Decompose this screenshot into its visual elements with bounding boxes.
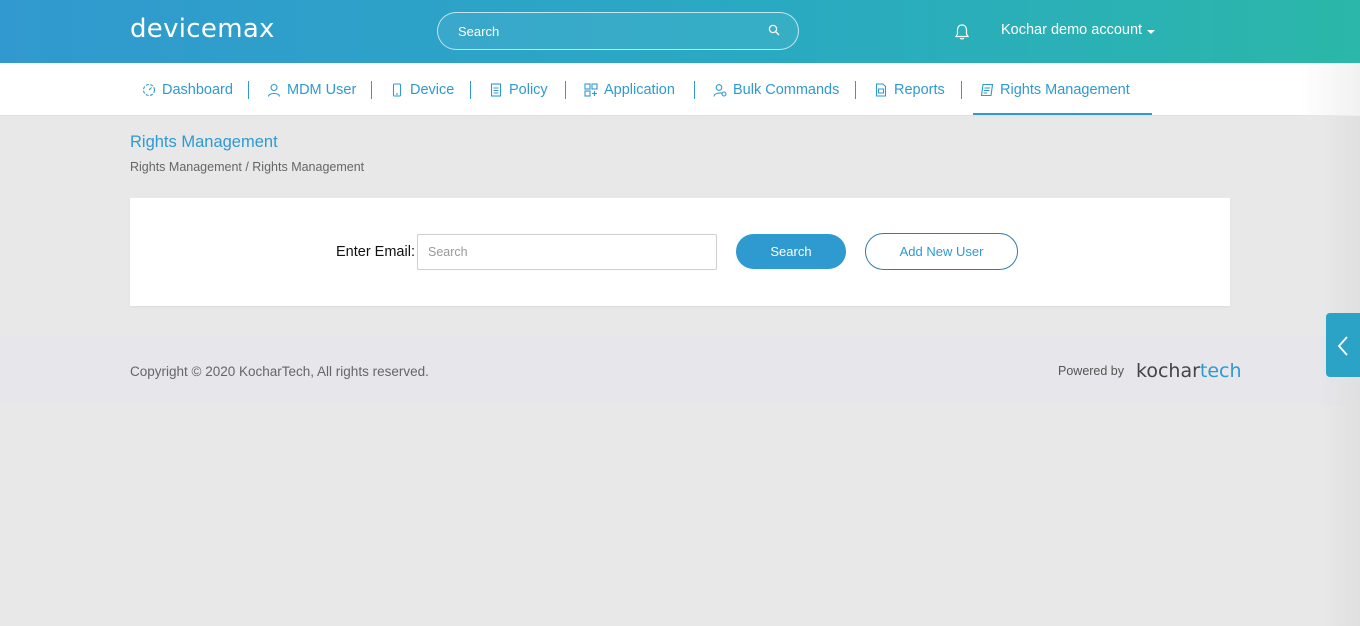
apps-grid-icon bbox=[584, 82, 598, 97]
nav-label: Application bbox=[604, 81, 675, 98]
nav-divider bbox=[961, 81, 962, 99]
document-icon bbox=[490, 82, 502, 97]
rights-icon bbox=[980, 83, 994, 96]
top-header: devicemax Kochar demo account bbox=[0, 0, 1360, 63]
user-settings-icon bbox=[713, 83, 727, 97]
nav-application[interactable]: Application bbox=[584, 63, 675, 116]
report-icon bbox=[875, 82, 887, 97]
footer: Copyright © 2020 KocharTech, All rights … bbox=[0, 336, 1360, 406]
nav-bulk-commands[interactable]: Bulk Commands bbox=[713, 63, 839, 116]
phone-icon bbox=[392, 82, 402, 97]
side-panel-toggle[interactable] bbox=[1326, 313, 1360, 377]
add-new-user-button[interactable]: Add New User bbox=[865, 233, 1018, 270]
nav-divider bbox=[248, 81, 249, 99]
email-label: Enter Email: bbox=[336, 244, 415, 260]
nav-label: Rights Management bbox=[1000, 81, 1130, 98]
devicemax-logo[interactable]: devicemax bbox=[130, 14, 275, 44]
user-icon bbox=[267, 83, 281, 97]
global-search-input[interactable] bbox=[458, 21, 758, 41]
caret-down-icon[interactable] bbox=[1147, 30, 1155, 34]
powered-by-text: Powered by bbox=[1058, 364, 1125, 378]
nav-label: Bulk Commands bbox=[733, 81, 840, 98]
nav-label: Policy bbox=[509, 81, 548, 98]
nav-policy[interactable]: Policy bbox=[489, 63, 548, 116]
email-search-input[interactable] bbox=[417, 234, 717, 270]
nav-label: MDM User bbox=[287, 81, 357, 98]
chevron-left-icon bbox=[1337, 336, 1348, 356]
main-nav: Dashboard MDM User Device Policy Applica… bbox=[0, 63, 1360, 116]
brand-part-1: kochar bbox=[1136, 360, 1200, 382]
nav-reports[interactable]: Reports bbox=[874, 63, 945, 116]
dashboard-icon bbox=[142, 83, 156, 96]
nav-rights-management[interactable]: Rights Management bbox=[980, 63, 1130, 116]
copyright-text: Copyright © 2020 KocharTech, All rights … bbox=[130, 364, 429, 379]
search-button[interactable]: Search bbox=[736, 234, 846, 269]
nav-label: Reports bbox=[894, 81, 945, 98]
page-title: Rights Management bbox=[130, 133, 278, 151]
nav-mdm-user[interactable]: MDM User bbox=[267, 63, 356, 116]
account-menu[interactable]: Kochar demo account bbox=[1001, 22, 1142, 38]
active-tab-indicator bbox=[973, 113, 1152, 115]
nav-divider bbox=[470, 81, 471, 99]
breadcrumb: Rights Management / Rights Management bbox=[130, 160, 365, 174]
brand-part-2: tech bbox=[1199, 360, 1242, 382]
global-search[interactable] bbox=[437, 12, 799, 50]
nav-divider bbox=[855, 81, 856, 99]
search-user-card: Enter Email: Search Add New User bbox=[130, 198, 1230, 306]
kochartech-logo[interactable]: kochartech bbox=[1136, 360, 1242, 382]
bell-icon[interactable] bbox=[954, 23, 970, 41]
nav-dashboard[interactable]: Dashboard bbox=[142, 63, 233, 116]
nav-label: Dashboard bbox=[162, 81, 233, 98]
nav-device[interactable]: Device bbox=[390, 63, 454, 116]
search-icon[interactable] bbox=[768, 24, 780, 36]
nav-divider bbox=[371, 81, 372, 99]
nav-divider bbox=[694, 81, 695, 99]
nav-label: Device bbox=[410, 81, 455, 98]
nav-divider bbox=[565, 81, 566, 99]
